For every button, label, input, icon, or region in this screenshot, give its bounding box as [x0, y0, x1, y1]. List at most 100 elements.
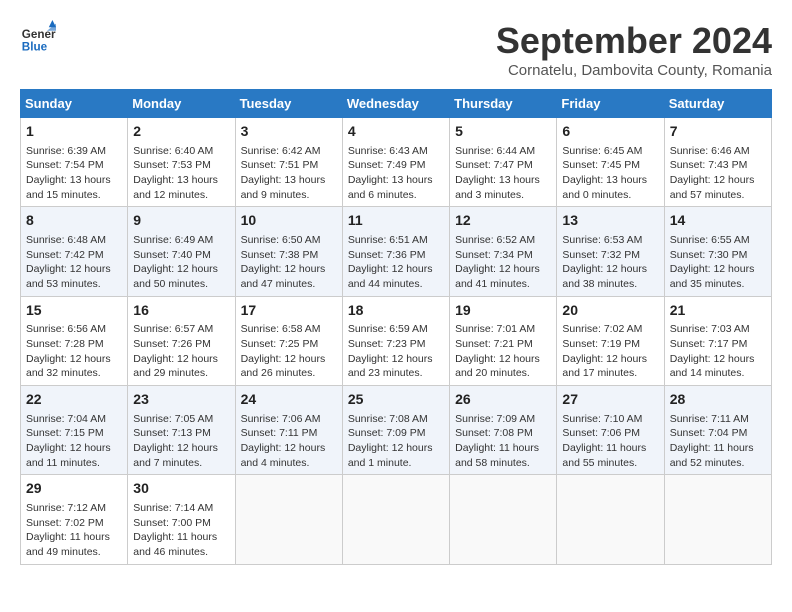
calendar-cell: 21Sunrise: 7:03 AMSunset: 7:17 PMDayligh… — [664, 296, 771, 385]
weekday-header-friday: Friday — [557, 90, 664, 118]
cell-info: and 0 minutes. — [562, 188, 658, 203]
calendar-cell — [235, 475, 342, 564]
weekday-header-monday: Monday — [128, 90, 235, 118]
logo: General Blue — [20, 20, 56, 56]
cell-info: Sunrise: 6:40 AM — [133, 144, 229, 159]
cell-info: Sunset: 7:17 PM — [670, 337, 766, 352]
day-number: 14 — [670, 211, 766, 231]
day-number: 19 — [455, 301, 551, 321]
weekday-header-tuesday: Tuesday — [235, 90, 342, 118]
day-number: 16 — [133, 301, 229, 321]
cell-info: Sunset: 7:36 PM — [348, 248, 444, 263]
cell-info: Daylight: 12 hours — [348, 441, 444, 456]
calendar-cell: 27Sunrise: 7:10 AMSunset: 7:06 PMDayligh… — [557, 386, 664, 475]
day-number: 15 — [26, 301, 122, 321]
cell-info: Daylight: 12 hours — [133, 262, 229, 277]
cell-info: Daylight: 13 hours — [562, 173, 658, 188]
cell-info: and 35 minutes. — [670, 277, 766, 292]
day-number: 21 — [670, 301, 766, 321]
calendar-cell: 20Sunrise: 7:02 AMSunset: 7:19 PMDayligh… — [557, 296, 664, 385]
calendar-cell: 9Sunrise: 6:49 AMSunset: 7:40 PMDaylight… — [128, 207, 235, 296]
cell-info: Daylight: 12 hours — [26, 262, 122, 277]
cell-info: Sunset: 7:34 PM — [455, 248, 551, 263]
cell-info: Daylight: 11 hours — [562, 441, 658, 456]
cell-info: Daylight: 12 hours — [455, 352, 551, 367]
calendar-header-row: SundayMondayTuesdayWednesdayThursdayFrid… — [21, 90, 772, 118]
calendar-cell — [342, 475, 449, 564]
cell-info: Daylight: 12 hours — [241, 352, 337, 367]
cell-info: Sunset: 7:19 PM — [562, 337, 658, 352]
cell-info: and 52 minutes. — [670, 456, 766, 471]
cell-info: and 20 minutes. — [455, 366, 551, 381]
cell-info: Sunrise: 6:43 AM — [348, 144, 444, 159]
cell-info: Sunset: 7:13 PM — [133, 426, 229, 441]
calendar-cell: 17Sunrise: 6:58 AMSunset: 7:25 PMDayligh… — [235, 296, 342, 385]
title-section: September 2024 Cornatelu, Dambovita Coun… — [496, 20, 772, 79]
cell-info: and 57 minutes. — [670, 188, 766, 203]
day-number: 30 — [133, 479, 229, 499]
day-number: 8 — [26, 211, 122, 231]
cell-info: and 7 minutes. — [133, 456, 229, 471]
cell-info: Sunrise: 6:52 AM — [455, 233, 551, 248]
calendar-cell: 6Sunrise: 6:45 AMSunset: 7:45 PMDaylight… — [557, 118, 664, 207]
cell-info: Sunset: 7:51 PM — [241, 158, 337, 173]
cell-info: Sunset: 7:15 PM — [26, 426, 122, 441]
svg-text:Blue: Blue — [22, 41, 48, 54]
cell-info: and 32 minutes. — [26, 366, 122, 381]
cell-info: Sunrise: 7:14 AM — [133, 501, 229, 516]
cell-info: Sunset: 7:11 PM — [241, 426, 337, 441]
day-number: 17 — [241, 301, 337, 321]
cell-info: Sunset: 7:45 PM — [562, 158, 658, 173]
cell-info: Daylight: 12 hours — [670, 352, 766, 367]
weekday-header-sunday: Sunday — [21, 90, 128, 118]
calendar-week-1: 1Sunrise: 6:39 AMSunset: 7:54 PMDaylight… — [21, 118, 772, 207]
cell-info: and 55 minutes. — [562, 456, 658, 471]
cell-info: Sunrise: 6:59 AM — [348, 322, 444, 337]
day-number: 12 — [455, 211, 551, 231]
cell-info: and 38 minutes. — [562, 277, 658, 292]
day-number: 20 — [562, 301, 658, 321]
calendar-cell: 5Sunrise: 6:44 AMSunset: 7:47 PMDaylight… — [450, 118, 557, 207]
cell-info: Sunset: 7:00 PM — [133, 516, 229, 531]
cell-info: Sunrise: 7:08 AM — [348, 412, 444, 427]
day-number: 23 — [133, 390, 229, 410]
cell-info: Sunset: 7:28 PM — [26, 337, 122, 352]
calendar-cell: 16Sunrise: 6:57 AMSunset: 7:26 PMDayligh… — [128, 296, 235, 385]
cell-info: Daylight: 12 hours — [348, 262, 444, 277]
cell-info: and 53 minutes. — [26, 277, 122, 292]
day-number: 3 — [241, 122, 337, 142]
cell-info: Daylight: 13 hours — [348, 173, 444, 188]
cell-info: Sunrise: 6:53 AM — [562, 233, 658, 248]
cell-info: Sunset: 7:30 PM — [670, 248, 766, 263]
cell-info: Sunrise: 6:39 AM — [26, 144, 122, 159]
cell-info: Sunrise: 7:11 AM — [670, 412, 766, 427]
weekday-header-saturday: Saturday — [664, 90, 771, 118]
cell-info: Daylight: 12 hours — [241, 262, 337, 277]
cell-info: Sunrise: 6:49 AM — [133, 233, 229, 248]
cell-info: Daylight: 12 hours — [562, 352, 658, 367]
cell-info: Daylight: 12 hours — [348, 352, 444, 367]
cell-info: and 46 minutes. — [133, 545, 229, 560]
calendar-cell: 24Sunrise: 7:06 AMSunset: 7:11 PMDayligh… — [235, 386, 342, 475]
calendar-cell: 30Sunrise: 7:14 AMSunset: 7:00 PMDayligh… — [128, 475, 235, 564]
cell-info: Sunrise: 7:10 AM — [562, 412, 658, 427]
cell-info: Sunset: 7:21 PM — [455, 337, 551, 352]
cell-info: Daylight: 13 hours — [455, 173, 551, 188]
calendar-cell: 25Sunrise: 7:08 AMSunset: 7:09 PMDayligh… — [342, 386, 449, 475]
calendar-cell — [450, 475, 557, 564]
cell-info: and 6 minutes. — [348, 188, 444, 203]
calendar-cell: 23Sunrise: 7:05 AMSunset: 7:13 PMDayligh… — [128, 386, 235, 475]
cell-info: and 47 minutes. — [241, 277, 337, 292]
cell-info: Sunset: 7:49 PM — [348, 158, 444, 173]
day-number: 5 — [455, 122, 551, 142]
cell-info: and 41 minutes. — [455, 277, 551, 292]
cell-info: and 12 minutes. — [133, 188, 229, 203]
calendar-week-4: 22Sunrise: 7:04 AMSunset: 7:15 PMDayligh… — [21, 386, 772, 475]
day-number: 27 — [562, 390, 658, 410]
cell-info: Sunset: 7:23 PM — [348, 337, 444, 352]
cell-info: Sunset: 7:40 PM — [133, 248, 229, 263]
day-number: 25 — [348, 390, 444, 410]
cell-info: Sunset: 7:26 PM — [133, 337, 229, 352]
calendar-week-3: 15Sunrise: 6:56 AMSunset: 7:28 PMDayligh… — [21, 296, 772, 385]
cell-info: Daylight: 11 hours — [455, 441, 551, 456]
